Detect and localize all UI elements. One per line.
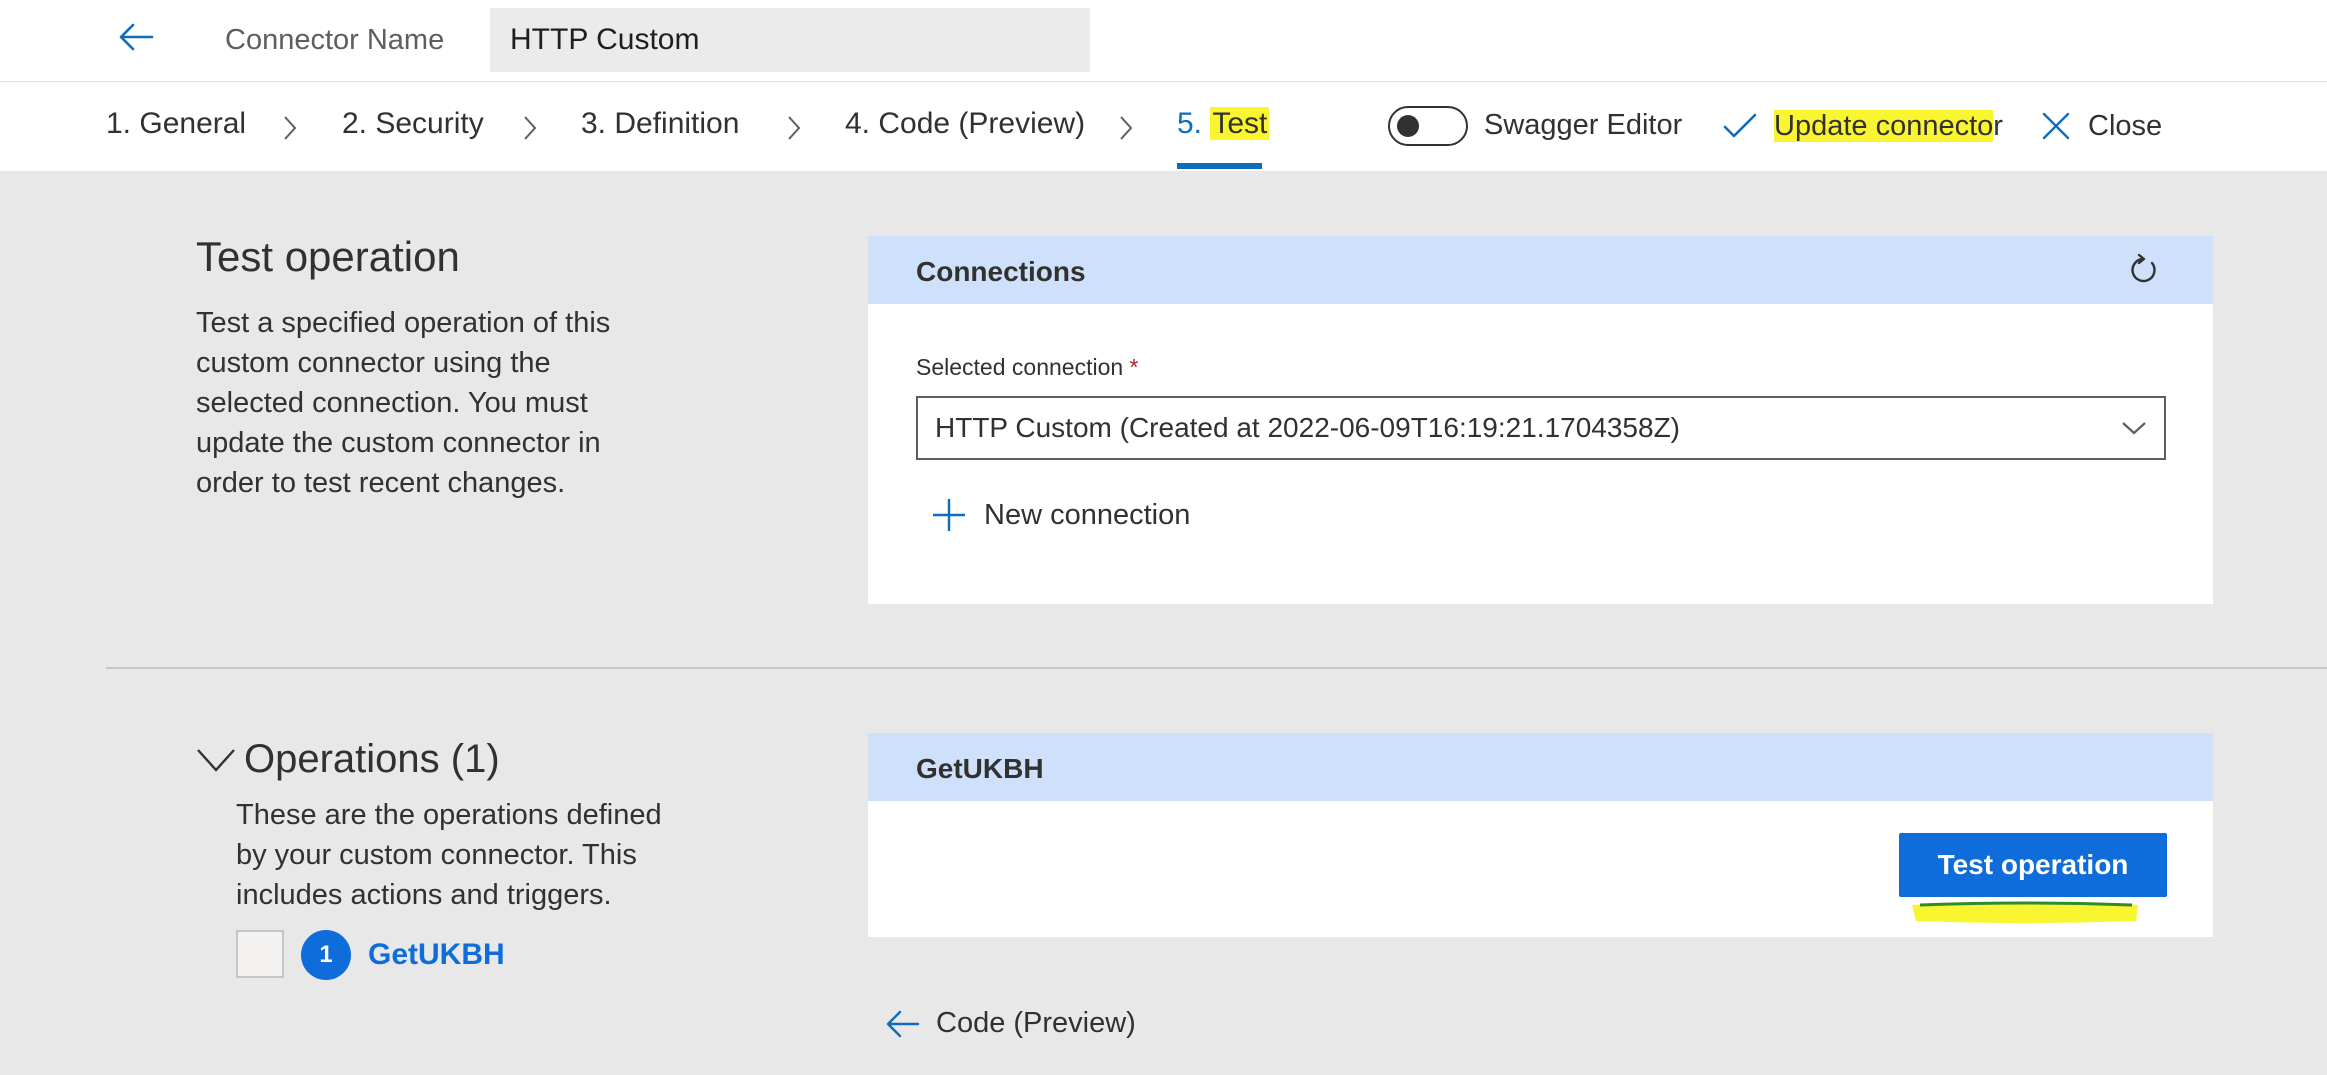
operations-header[interactable]: Operations (1) <box>196 737 500 782</box>
tab-security[interactable]: 2. Security <box>342 107 484 141</box>
tab-code-preview[interactable]: 4. Code (Preview) <box>845 107 1085 141</box>
operation-number-badge: 1 <box>301 930 351 980</box>
selected-connection-label: Selected connection * <box>916 354 1139 381</box>
new-connection-button[interactable]: New connection <box>932 498 1190 532</box>
refresh-icon[interactable] <box>2127 254 2159 286</box>
description-line: update the custom connector in <box>196 427 601 459</box>
description-line: order to test recent changes. <box>196 467 566 499</box>
operation-checkbox[interactable] <box>236 930 284 978</box>
step-label: Code (Preview) <box>878 107 1086 140</box>
operation-panel-header: GetUKBH <box>868 733 2213 801</box>
description-line: selected connection. You must <box>196 387 588 419</box>
step-label: Test <box>1210 107 1270 140</box>
chevron-right-icon <box>788 116 801 140</box>
highlight-mark <box>1912 901 2138 923</box>
description-line: includes actions and triggers. <box>236 879 612 911</box>
test-operation-title: Test operation <box>196 233 460 280</box>
description-line: These are the operations defined <box>236 799 662 831</box>
step-label: Definition <box>614 107 740 140</box>
tab-test[interactable]: 5. Test <box>1177 107 1270 141</box>
description-line: by your custom connector. This <box>236 839 637 871</box>
step-number: 3. <box>581 107 615 140</box>
description-line: Test a specified operation of this <box>196 307 611 339</box>
step-number: 2. <box>342 107 376 140</box>
close-button[interactable]: Close <box>2042 101 2162 151</box>
update-connector-button[interactable]: Update connector <box>1722 101 2003 151</box>
update-connector-label: Update connecto <box>1774 109 1994 142</box>
step-label: Security <box>375 107 484 140</box>
swagger-editor-toggle[interactable] <box>1388 106 1468 146</box>
toggle-knob <box>1397 115 1419 137</box>
active-tab-indicator <box>1177 163 1262 169</box>
chevron-right-icon <box>524 116 537 140</box>
arrow-left-icon <box>886 1010 920 1037</box>
back-to-code-preview-label: Code (Preview) <box>936 1007 1136 1039</box>
operation-panel: GetUKBH Test operation <box>868 733 2213 937</box>
selected-connection-value: HTTP Custom (Created at 2022-06-09T16:19… <box>935 412 1681 443</box>
connector-name-label: Connector Name <box>225 24 445 56</box>
description-line: custom connector using the <box>196 347 551 379</box>
step-number: 1. <box>106 107 140 140</box>
new-connection-label: New connection <box>984 498 1191 531</box>
close-icon <box>2042 112 2070 140</box>
step-number: 4. <box>845 107 879 140</box>
operations-title: Operations (1) <box>244 737 500 781</box>
required-marker: * <box>1129 354 1139 380</box>
tab-general[interactable]: 1. General <box>106 107 246 141</box>
operations-description: These are the operations defined by your… <box>236 795 662 915</box>
selected-connection-dropdown[interactable]: HTTP Custom (Created at 2022-06-09T16:19… <box>916 396 2166 460</box>
selected-connection-label-text: Selected connection <box>916 354 1124 380</box>
operation-panel-title: GetUKBH <box>916 753 1044 784</box>
checkmark-icon <box>1723 113 1757 138</box>
chevron-right-icon <box>284 116 297 140</box>
arrow-left-icon <box>119 23 154 51</box>
top-bar: Connector Name <box>0 0 2327 82</box>
connections-title: Connections <box>916 256 1086 287</box>
back-to-code-preview-button[interactable]: Code (Preview) <box>886 1007 1136 1040</box>
close-label: Close <box>2088 109 2163 142</box>
tab-definition[interactable]: 3. Definition <box>581 107 739 141</box>
wizard-nav: 1. General 2. Security 3. Definition 4. … <box>0 83 2327 171</box>
chevron-down-icon <box>2122 422 2146 435</box>
plus-icon <box>933 499 965 531</box>
section-divider <box>106 667 2327 669</box>
operation-link-getukbh[interactable]: GetUKBH <box>368 938 505 972</box>
update-connector-label-end: r <box>1993 109 2003 142</box>
test-operation-description: Test a specified operation of this custo… <box>196 303 610 503</box>
step-number: 5. <box>1177 107 1211 140</box>
step-label: General <box>139 107 247 140</box>
chevron-down-icon <box>197 748 235 772</box>
connector-name-input[interactable] <box>490 8 1090 72</box>
connections-panel: Connections Selected connection * HTTP C… <box>868 236 2213 604</box>
test-operation-button[interactable]: Test operation <box>1899 833 2167 897</box>
swagger-editor-label: Swagger Editor <box>1484 109 1683 141</box>
main-content: Test operation Test a specified operatio… <box>0 171 2327 1075</box>
connections-panel-header: Connections <box>868 236 2213 304</box>
back-button[interactable] <box>110 14 162 60</box>
chevron-right-icon <box>1120 116 1133 140</box>
